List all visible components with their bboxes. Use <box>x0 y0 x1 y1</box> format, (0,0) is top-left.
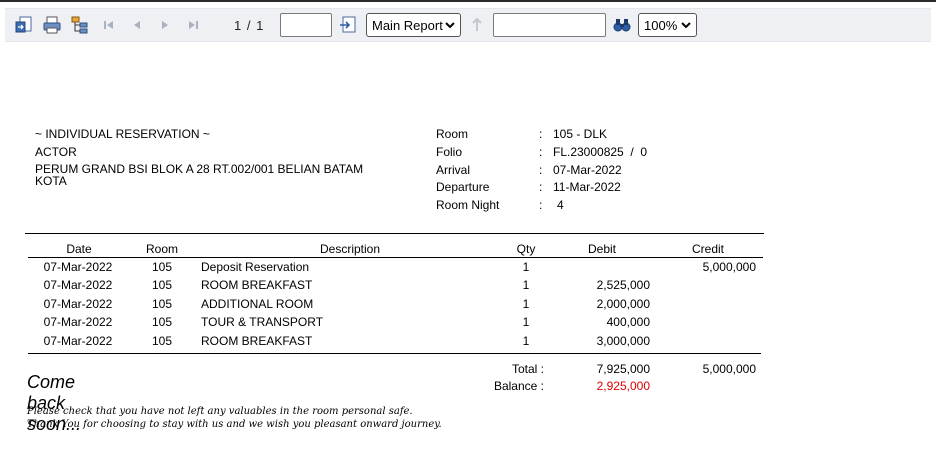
export-icon <box>15 16 32 33</box>
cell-qty: 1 <box>522 297 530 311</box>
column-header-qty: Qty <box>516 242 536 256</box>
cell-qty: 1 <box>522 315 530 329</box>
search-input[interactable] <box>493 13 606 37</box>
cell-description: ADDITIONAL ROOM <box>201 297 314 311</box>
cell-room: 105 <box>151 297 173 311</box>
cell-date: 07-Mar-2022 <box>43 297 113 311</box>
column-header-date: Date <box>66 242 92 256</box>
cell-qty: 1 <box>522 260 530 274</box>
report-toolbar: 1 / 1 Main Report 100% <box>5 8 931 42</box>
table-bottom-rule <box>28 353 761 354</box>
field-colon: : <box>539 180 543 194</box>
window-top-border <box>0 0 936 2</box>
field-value-departure: 11-Mar-2022 <box>553 180 621 194</box>
column-header-description: Description <box>319 242 381 256</box>
cell-description: ROOM BREAKFAST <box>201 278 313 292</box>
group-tree-button[interactable] <box>69 14 91 36</box>
total-credit: 5,000,000 <box>702 362 756 376</box>
field-label-room-night: Room Night <box>436 198 500 212</box>
field-value-room: 105 - DLK <box>553 127 608 141</box>
table-top-rule <box>25 233 764 234</box>
field-value-arrival: 07-Mar-2022 <box>553 163 622 177</box>
cell-debit: 2,525,000 <box>596 278 650 292</box>
column-header-debit: Debit <box>587 242 616 256</box>
export-button[interactable] <box>13 14 35 36</box>
cell-date: 07-Mar-2022 <box>43 260 113 274</box>
search-icon <box>613 19 631 32</box>
total-label: Total : <box>511 362 544 376</box>
prev-page-icon <box>134 21 140 29</box>
cell-debit: 2,000,000 <box>596 297 650 311</box>
field-label-room: Room <box>436 127 469 141</box>
cell-room: 105 <box>151 315 173 329</box>
goto-page-icon <box>340 16 356 33</box>
cell-description: Deposit Reservation <box>201 260 310 274</box>
guest-address: PERUM GRAND BSI BLOK A 28 RT.002/001 BEL… <box>35 162 364 188</box>
field-value-room-night: 4 <box>557 198 564 212</box>
zoom-select[interactable]: 100% <box>638 13 697 37</box>
drill-up-icon <box>472 17 482 31</box>
chevron-down-icon <box>681 22 691 29</box>
cell-debit: 3,000,000 <box>596 334 650 348</box>
balance-value: 2,925,000 <box>596 379 650 393</box>
first-page-icon <box>104 21 113 29</box>
field-value-folio: FL.23000825 / 0 <box>553 145 648 159</box>
zoom-select-value: 100% <box>644 17 678 33</box>
guest-name: ACTOR <box>35 145 77 159</box>
report-select[interactable]: Main Report <box>366 13 461 37</box>
total-debit: 7,925,000 <box>596 362 650 376</box>
search-button[interactable] <box>611 15 633 35</box>
cell-room: 105 <box>151 260 173 274</box>
cell-room: 105 <box>151 278 173 292</box>
next-page-icon <box>162 21 168 29</box>
cell-qty: 1 <box>522 278 530 292</box>
last-page-icon <box>189 21 198 29</box>
column-header-credit: Credit <box>691 242 724 256</box>
cell-date: 07-Mar-2022 <box>43 315 113 329</box>
print-icon <box>43 16 61 34</box>
page-indicator: 1 / 1 <box>234 18 265 33</box>
field-label-folio: Folio <box>436 145 463 159</box>
next-page-button[interactable] <box>157 16 173 34</box>
cell-credit: 5,000,000 <box>702 260 756 274</box>
last-page-button[interactable] <box>185 16 201 34</box>
balance-label: Balance : <box>493 379 544 393</box>
chevron-down-icon <box>445 22 455 29</box>
cell-qty: 1 <box>522 334 530 348</box>
report-select-value: Main Report <box>372 17 443 33</box>
page-number-input[interactable] <box>280 13 332 37</box>
footer-note-safe: Please check that you have not left any … <box>27 406 413 417</box>
field-label-departure: Departure <box>436 180 490 194</box>
first-page-button[interactable] <box>101 16 117 34</box>
cell-date: 07-Mar-2022 <box>43 334 113 348</box>
cell-date: 07-Mar-2022 <box>43 278 113 292</box>
reservation-title: ~ INDIVIDUAL RESERVATION ~ <box>35 127 210 141</box>
drill-up-button[interactable] <box>467 15 487 35</box>
cell-description: TOUR & TRANSPORT <box>201 315 324 329</box>
group-tree-icon <box>71 16 88 34</box>
field-colon: : <box>539 145 543 159</box>
cell-description: ROOM BREAKFAST <box>201 334 313 348</box>
goto-page-button[interactable] <box>338 15 358 35</box>
field-colon: : <box>539 127 543 141</box>
field-colon: : <box>539 163 543 177</box>
cell-room: 105 <box>151 334 173 348</box>
table-header-rule <box>28 257 763 258</box>
column-header-room: Room <box>145 242 178 256</box>
print-button[interactable] <box>41 14 63 36</box>
field-colon: : <box>539 198 543 212</box>
footer-note-thanks: Thank You for choosing to stay with us a… <box>27 419 442 430</box>
prev-page-button[interactable] <box>129 16 145 34</box>
field-label-arrival: Arrival <box>436 163 471 177</box>
cell-debit: 400,000 <box>606 315 650 329</box>
